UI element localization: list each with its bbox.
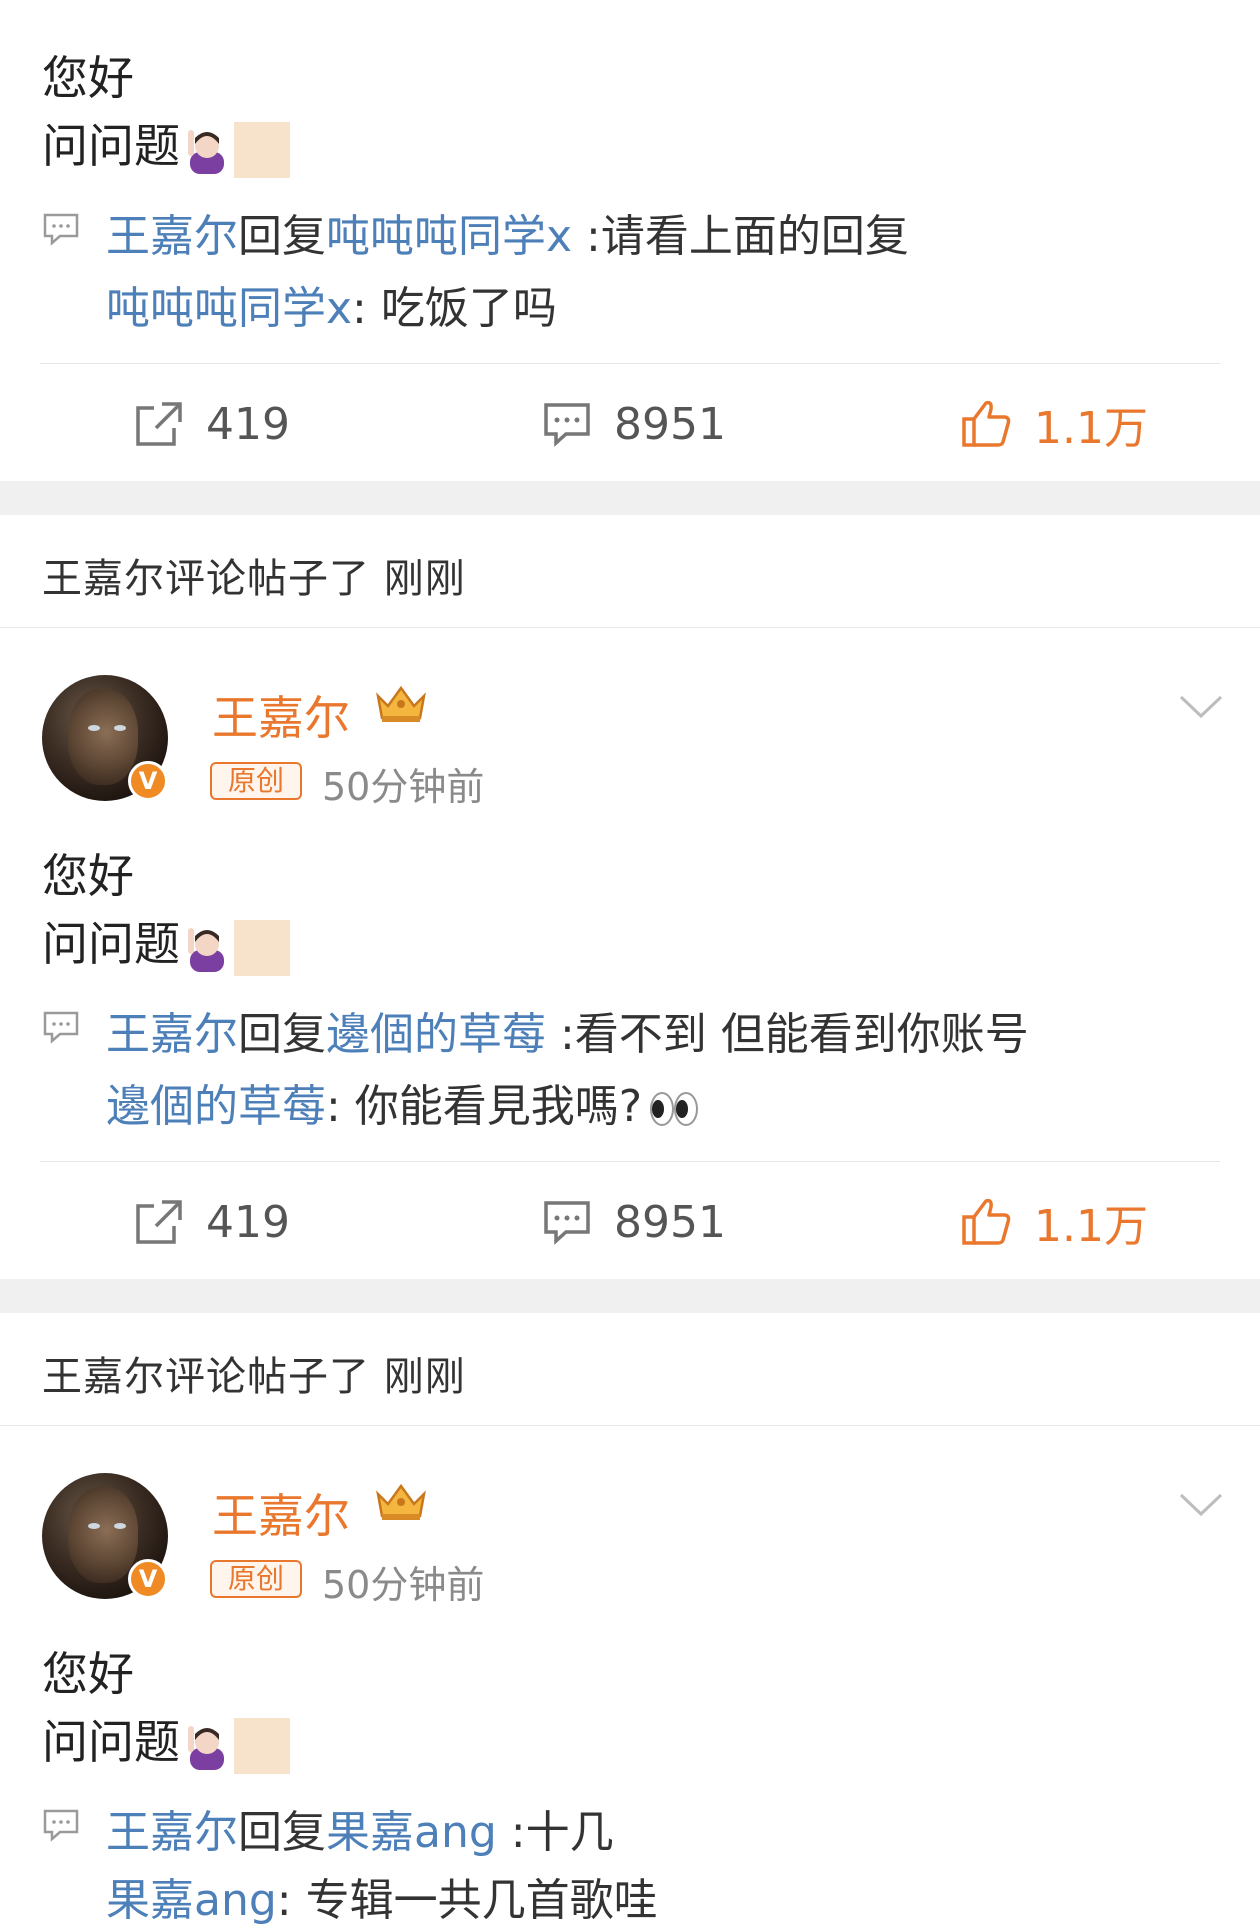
quoted-text: : 专辑一共几首歌哇 <box>276 1875 658 1926</box>
reply-comment-icon <box>43 213 79 246</box>
quoted-author-link[interactable]: 邊個的草莓 <box>106 1081 326 1132</box>
share-icon <box>136 1200 182 1244</box>
share-button[interactable]: 419 <box>134 1194 290 1250</box>
quoted-author-link[interactable]: 果嘉ang <box>106 1875 277 1926</box>
reply-author-link[interactable]: 王嘉尔 <box>106 1807 238 1858</box>
eyes-emoji-icon <box>650 1092 699 1126</box>
quoted-comment[interactable]: 邊個的草莓: 你能看見我嗎? <box>106 1070 700 1134</box>
reply-target-link[interactable]: 吨吨吨同学x <box>326 211 572 262</box>
verified-icon: V <box>128 1559 168 1599</box>
post-body-line: 问问题 <box>42 1706 290 1774</box>
like-count: 1.1万 <box>1034 1201 1148 1252</box>
reply-author-link[interactable]: 王嘉尔 <box>106 1009 238 1060</box>
original-badge: 原创 <box>210 1560 302 1598</box>
reply-text: :看不到 但能看到你账号 <box>546 1009 1029 1060</box>
raising-hand-emoji-icon <box>188 1725 224 1770</box>
comment-button[interactable]: 8951 <box>542 1194 726 1250</box>
reply-line[interactable]: 王嘉尔回复吨吨吨同学x :请看上面的回复 <box>106 200 909 264</box>
reply-line[interactable]: 王嘉尔回复果嘉ang :十几 <box>106 1796 614 1860</box>
post-body-line: 您好 <box>42 51 134 105</box>
divider <box>0 1425 1260 1426</box>
share-count: 419 <box>206 398 290 450</box>
emoji-placeholder-icon <box>234 1717 290 1774</box>
reply-comment-icon <box>43 1809 79 1842</box>
original-badge: 原创 <box>210 762 302 800</box>
post-body-line: 您好 <box>42 849 134 903</box>
comment-icon <box>544 403 590 447</box>
activity-notice: 王嘉尔评论帖子了 刚刚 <box>42 1354 466 1400</box>
post-time: 50分钟前 <box>322 1563 485 1607</box>
comment-icon <box>544 1201 590 1245</box>
like-button[interactable]: 1.1万 <box>960 1194 1148 1252</box>
reply-line[interactable]: 王嘉尔回复邊個的草莓 :看不到 但能看到你账号 <box>106 998 1029 1062</box>
share-button[interactable]: 419 <box>134 396 290 452</box>
activity-notice: 王嘉尔评论帖子了 刚刚 <box>42 556 466 602</box>
quoted-author-link[interactable]: 吨吨吨同学x <box>106 283 352 334</box>
post-body-line: 您好 <box>42 1647 134 1701</box>
like-icon <box>962 400 1011 447</box>
username[interactable]: 王嘉尔 <box>212 682 350 748</box>
quoted-comment[interactable]: 吨吨吨同学x: 吃饭了吗 <box>106 272 557 336</box>
reply-target-link[interactable]: 果嘉ang <box>326 1807 497 1858</box>
comment-button[interactable]: 8951 <box>542 396 726 452</box>
quoted-comment[interactable]: 果嘉ang: 专辑一共几首歌哇 <box>106 1864 658 1928</box>
comment-count: 8951 <box>614 1196 726 1248</box>
crown-icon <box>376 1483 426 1520</box>
section-separator <box>0 481 1260 515</box>
raising-hand-emoji-icon <box>188 927 224 972</box>
crown-icon <box>376 685 426 722</box>
quoted-text: : 你能看見我嗎? <box>326 1081 643 1132</box>
username[interactable]: 王嘉尔 <box>212 1480 350 1546</box>
reply-text: :十几 <box>496 1807 614 1858</box>
reply-comment-icon <box>43 1011 79 1044</box>
emoji-placeholder-icon <box>234 919 290 976</box>
divider <box>40 1161 1220 1162</box>
divider <box>0 627 1260 628</box>
post-time: 50分钟前 <box>322 765 485 809</box>
like-icon <box>962 1198 1011 1245</box>
like-count: 1.1万 <box>1034 403 1148 454</box>
verified-icon: V <box>128 761 168 801</box>
post-body-line: 问问题 <box>42 908 290 976</box>
comment-count: 8951 <box>614 398 726 450</box>
chevron-down-icon[interactable] <box>1178 694 1224 720</box>
like-button[interactable]: 1.1万 <box>960 396 1148 454</box>
chevron-down-icon[interactable] <box>1178 1492 1224 1518</box>
post-body-line: 问问题 <box>42 110 290 178</box>
avatar[interactable]: V <box>42 675 168 801</box>
share-count: 419 <box>206 1196 290 1248</box>
quoted-text: : 吃饭了吗 <box>352 283 557 334</box>
share-icon <box>136 402 182 446</box>
emoji-placeholder-icon <box>234 121 290 178</box>
raising-hand-emoji-icon <box>188 129 224 174</box>
reply-text: :请看上面的回复 <box>572 211 909 262</box>
reply-target-link[interactable]: 邊個的草莓 <box>326 1009 546 1060</box>
divider <box>40 363 1220 364</box>
reply-author-link[interactable]: 王嘉尔 <box>106 211 238 262</box>
avatar[interactable]: V <box>42 1473 168 1599</box>
section-separator <box>0 1279 1260 1313</box>
